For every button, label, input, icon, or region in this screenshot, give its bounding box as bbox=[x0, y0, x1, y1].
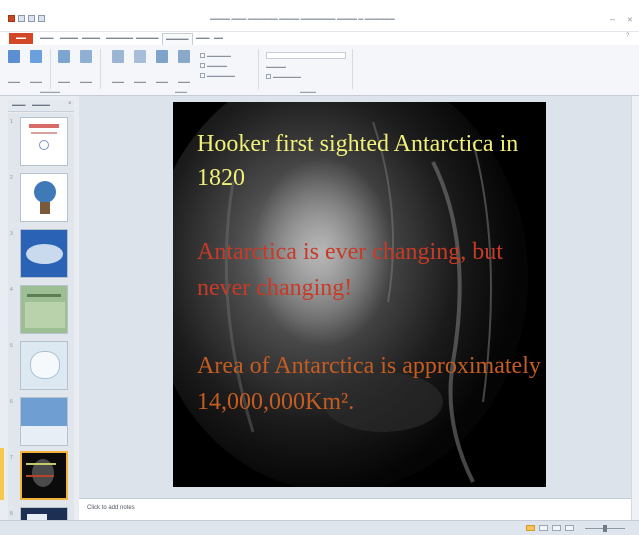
record-icon bbox=[178, 50, 190, 63]
title-bar: ▬▬▬▬ ▬▬▬ ▬▬▬▬▬▬ ▬▬▬▬ ▬▬▬▬▬▬▬ ▬▬▬▬ ▬ ▬▬▬▬… bbox=[0, 10, 639, 32]
rehearse-icon bbox=[156, 50, 168, 63]
slide-text-line[interactable]: Antarctica is ever changing, but bbox=[197, 236, 503, 268]
tab-slideshow[interactable]: ▬▬▬▬▬ bbox=[162, 33, 193, 45]
setup-icon bbox=[112, 50, 124, 63]
pane-tabs: ▬▬▬ ▬▬▬▬ × bbox=[8, 100, 74, 112]
slide-thumbnail[interactable] bbox=[20, 397, 68, 446]
tab-review[interactable]: ▬▬▬ bbox=[196, 35, 210, 40]
use-timings-checkbox[interactable]: ▬▬▬▬▬ bbox=[200, 63, 227, 69]
top-band bbox=[0, 0, 639, 10]
tab-outline[interactable]: ▬▬▬▬ bbox=[32, 102, 50, 107]
tab-design[interactable]: ▬▬▬▬ bbox=[82, 35, 100, 40]
hide-slide-button[interactable]: ▬▬▬ bbox=[132, 50, 148, 84]
powerpoint-icon[interactable] bbox=[8, 15, 15, 22]
zoom-slider-handle[interactable] bbox=[603, 525, 607, 532]
record-button[interactable]: ▬▬▬ bbox=[176, 50, 192, 84]
setup-show-button[interactable]: ▬▬▬ bbox=[110, 50, 126, 84]
slide-text-line[interactable]: Area of Antarctica is approximately bbox=[197, 350, 541, 382]
tab-insert[interactable]: ▬▬▬▬ bbox=[60, 35, 78, 40]
presenter-view-checkbox[interactable]: ▬▬▬▬▬▬▬ bbox=[266, 74, 301, 80]
tab-slides[interactable]: ▬▬▬ bbox=[12, 102, 26, 107]
custom-show-icon bbox=[80, 50, 92, 63]
broadcast-button[interactable]: ▬▬▬ bbox=[56, 50, 72, 84]
slide-thumbnail-selected[interactable] bbox=[20, 451, 68, 500]
tab-transitions[interactable]: ▬▬▬▬▬▬ bbox=[106, 35, 133, 40]
status-bar bbox=[0, 520, 639, 535]
hide-slide-icon bbox=[134, 50, 146, 63]
show-on-label: ▬▬▬▬▬ bbox=[266, 64, 286, 69]
broadcast-icon bbox=[58, 50, 70, 63]
quick-access-toolbar bbox=[8, 15, 45, 22]
slide-sorter-icon[interactable] bbox=[539, 525, 548, 531]
tab-view[interactable]: ▬▬ bbox=[214, 35, 223, 40]
normal-view-icon[interactable] bbox=[526, 525, 535, 531]
slide-thumbnail[interactable] bbox=[20, 285, 68, 334]
slide-thumbnail[interactable] bbox=[20, 173, 68, 222]
vertical-scrollbar[interactable] bbox=[631, 96, 639, 520]
powerpoint-window: ▬▬▬▬ ▬▬▬ ▬▬▬▬▬▬ ▬▬▬▬ ▬▬▬▬▬▬▬ ▬▬▬▬ ▬ ▬▬▬▬… bbox=[0, 0, 639, 535]
tab-home[interactable]: ▬▬▬ bbox=[40, 35, 54, 40]
slideshow-current-icon bbox=[30, 50, 42, 63]
save-icon[interactable] bbox=[18, 15, 25, 22]
slide-thumbnail[interactable] bbox=[20, 229, 68, 278]
slide-thumbnail[interactable] bbox=[20, 117, 68, 166]
rehearse-button[interactable]: ▬▬▬ bbox=[154, 50, 170, 84]
slideshow-icon[interactable] bbox=[565, 525, 574, 531]
close-icon[interactable]: ✕ bbox=[627, 16, 633, 24]
help-icon[interactable]: ? bbox=[626, 33, 629, 39]
monitor-select[interactable] bbox=[266, 52, 346, 59]
current-slide[interactable]: Hooker first sighted Antarctica in 1820 … bbox=[173, 102, 546, 487]
ribbon: ▬▬▬ ▬▬▬ ▬▬▬ ▬▬▬ ▬▬▬ ▬▬▬ ▬▬▬ ▬▬▬ ▬▬▬▬▬▬ ▬… bbox=[0, 45, 639, 96]
window-title: ▬▬▬▬ ▬▬▬ ▬▬▬▬▬▬ ▬▬▬▬ ▬▬▬▬▬▬▬ ▬▬▬▬ ▬ ▬▬▬▬… bbox=[210, 16, 395, 22]
slide-thumbnails: 1 2 3 4 5 6 7 8 bbox=[8, 113, 74, 525]
minimize-icon[interactable]: – bbox=[610, 14, 615, 24]
from-beginning-button[interactable]: ▬▬▬ bbox=[6, 50, 22, 84]
custom-show-button[interactable]: ▬▬▬ bbox=[78, 50, 94, 84]
tab-animations[interactable]: ▬▬▬▬▬ bbox=[136, 35, 159, 40]
slide-text-line[interactable]: 1820 bbox=[197, 162, 245, 194]
ribbon-tabs: ▬▬ ▬▬▬ ▬▬▬▬ ▬▬▬▬ ▬▬▬▬▬▬ ▬▬▬▬▬ ▬▬▬▬▬ ▬▬▬ … bbox=[0, 32, 639, 45]
slide-text-line[interactable]: Hooker first sighted Antarctica in bbox=[197, 128, 518, 160]
file-tab[interactable]: ▬▬ bbox=[9, 33, 33, 44]
show-controls-checkbox[interactable]: ▬▬▬▬▬▬▬ bbox=[200, 73, 235, 79]
selection-indicator bbox=[0, 448, 4, 500]
slideshow-start-icon bbox=[8, 50, 20, 63]
from-current-button[interactable]: ▬▬▬ bbox=[28, 50, 44, 84]
close-pane-icon[interactable]: × bbox=[68, 101, 72, 107]
play-narrations-checkbox[interactable]: ▬▬▬▬▬▬ bbox=[200, 53, 231, 59]
redo-icon[interactable] bbox=[38, 15, 45, 22]
notes-placeholder: Click to add notes bbox=[87, 505, 135, 511]
undo-icon[interactable] bbox=[28, 15, 35, 22]
slide-text-line[interactable]: 14,000,000Km². bbox=[197, 386, 354, 418]
reading-view-icon[interactable] bbox=[552, 525, 561, 531]
slide-text-line[interactable]: never changing! bbox=[197, 272, 352, 304]
slide-thumbnail[interactable] bbox=[20, 341, 68, 390]
notes-pane[interactable]: Click to add notes bbox=[79, 498, 631, 520]
